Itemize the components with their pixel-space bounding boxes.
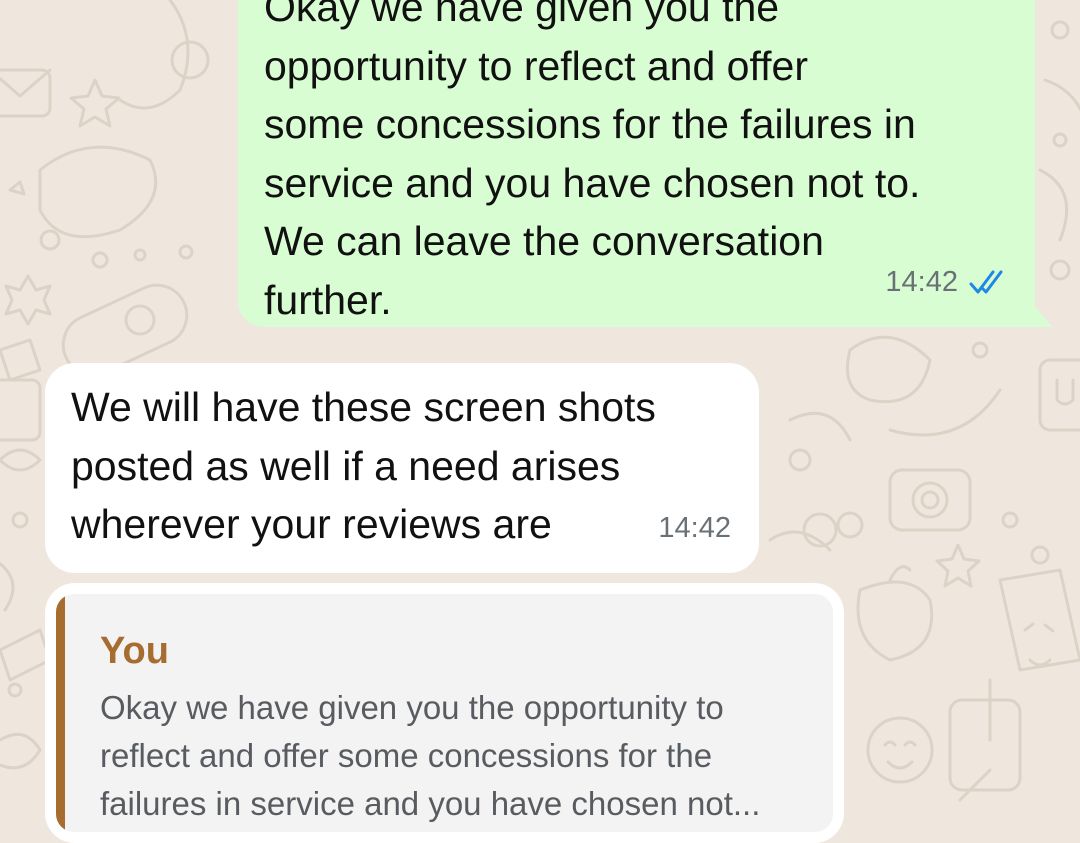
outgoing-message-time: 14:42	[885, 265, 958, 298]
outgoing-message-meta: 14:42	[885, 253, 1010, 312]
quote-accent-bar	[56, 594, 65, 832]
outgoing-bubble-tail	[1034, 305, 1052, 327]
quoted-message[interactable]: You Okay we have given you the opportuni…	[56, 594, 833, 832]
outgoing-message-bubble[interactable]: Okay we have given you the opportunity t…	[238, 0, 1052, 327]
incoming-message-text: We will have these screen shots posted a…	[71, 384, 656, 547]
quoted-message-text: Okay we have given you the opportunity t…	[100, 689, 761, 822]
incoming-message-bubble[interactable]: We will have these screen shots posted a…	[45, 363, 759, 573]
incoming-message-time: 14:42	[658, 511, 731, 544]
incoming-message-meta: 14:42	[658, 499, 731, 558]
quoted-author: You	[100, 630, 169, 672]
reply-message-bubble[interactable]: You Okay we have given you the opportuni…	[45, 583, 844, 843]
read-receipt-double-check-icon	[969, 270, 1003, 294]
